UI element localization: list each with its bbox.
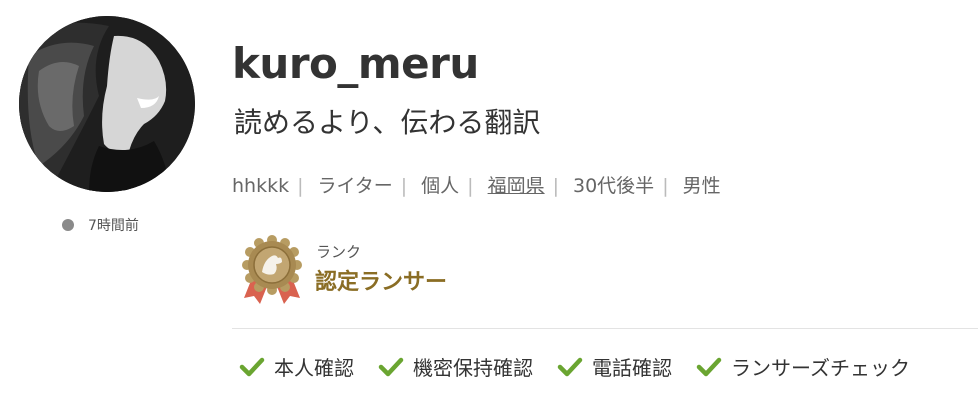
- status-dot-icon: [62, 219, 74, 231]
- avatar: [19, 16, 195, 192]
- profile-catchphrase: 読めるより、伝わる翻訳: [234, 106, 541, 139]
- check-icon: [378, 357, 404, 376]
- check-icon: [239, 357, 265, 376]
- verification-list: 本人確認 機密保持確認 電話確認 ランサーズチェック: [239, 352, 934, 381]
- attribute-type: 個人: [421, 175, 460, 197]
- attribute-separator: |: [662, 175, 669, 197]
- section-divider: [232, 328, 978, 329]
- verification-item-identity: 本人確認: [239, 352, 354, 381]
- attribute-separator: |: [467, 175, 474, 197]
- verification-label: ランサーズチェック: [731, 356, 910, 380]
- check-icon: [557, 357, 583, 376]
- verification-item-lancers-check: ランサーズチェック: [696, 352, 910, 381]
- verification-item-nda: 機密保持確認: [378, 352, 533, 381]
- attribute-prefecture-link[interactable]: 福岡県: [488, 173, 545, 199]
- attribute-separator: |: [552, 175, 559, 197]
- check-icon: [696, 357, 722, 376]
- attribute-gender: 男性: [682, 175, 721, 197]
- rank-section: ランク 認定ランサー: [240, 234, 447, 306]
- verification-label: 本人確認: [274, 356, 354, 380]
- attribute-separator: |: [297, 175, 304, 197]
- rank-label: ランク: [316, 243, 362, 261]
- verification-label: 電話確認: [592, 356, 672, 380]
- attribute-age: 30代後半: [573, 175, 655, 197]
- attribute-nickname: hhkkk: [232, 175, 290, 197]
- profile-attributes: hhkkk | ライター | 個人 | 福岡県 | 30代後半 | 男性: [232, 173, 721, 199]
- verification-item-phone: 電話確認: [557, 352, 672, 381]
- rank-medal-icon: [242, 235, 302, 304]
- rank-value: 認定ランサー: [315, 270, 448, 295]
- attribute-separator: |: [400, 175, 408, 197]
- last-login-time: 7時間前: [88, 218, 139, 234]
- online-status: 7時間前: [62, 215, 139, 235]
- avatar-photo: [19, 16, 195, 192]
- profile-username: kuro_meru: [232, 39, 479, 88]
- verification-label: 機密保持確認: [413, 356, 533, 380]
- attribute-occupation: ライター: [317, 175, 393, 197]
